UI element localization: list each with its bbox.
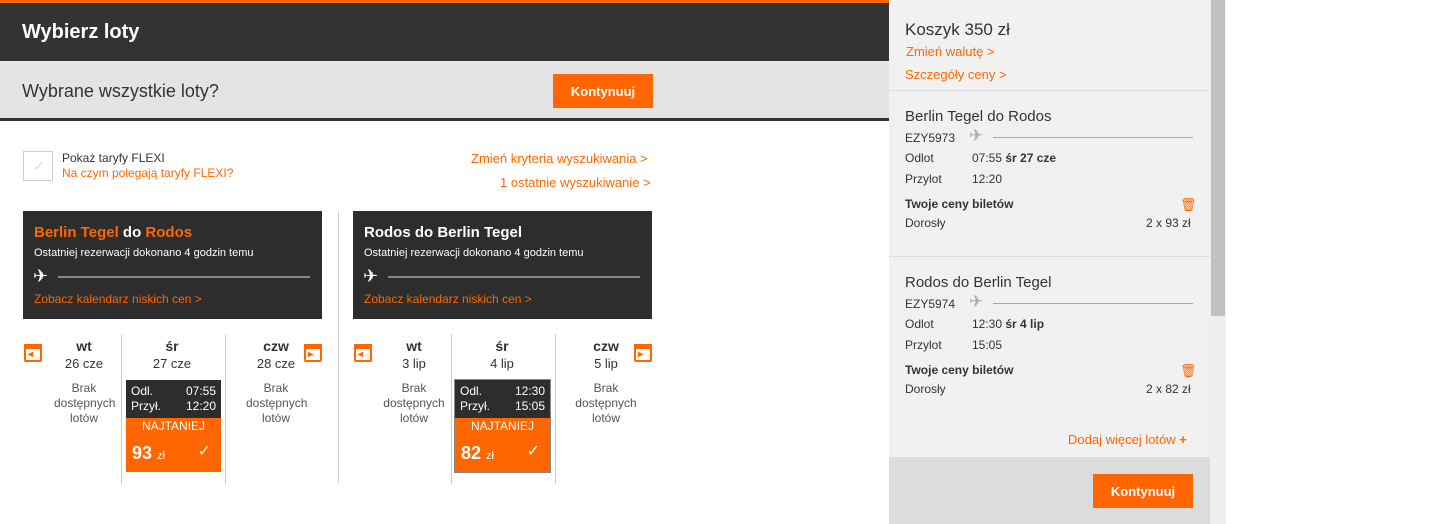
low-fare-calendar-link[interactable]: Zobacz kalendarz niskich cen >	[34, 292, 202, 306]
cheapest-badge: NAJTANIEJ	[126, 418, 221, 434]
inbound-title: Rodos do Berlin Tegel	[364, 224, 523, 241]
price-details-link[interactable]: Szczegóły ceny >	[905, 67, 1007, 82]
day-column[interactable]: wt 3 lip Brak dostępnych lotów	[364, 338, 464, 426]
basket-continue-button[interactable]: Kontynuuj	[1093, 474, 1193, 508]
fare-price: 82 zł ✓	[455, 434, 550, 472]
departure-value: 07:55 śr 27 cze	[972, 151, 1057, 165]
selection-question: Wybrane wszystkie loty?	[22, 81, 219, 101]
arrival-value: 15:05	[972, 338, 1003, 352]
fare-times: Odl. 12:30 Przył. 15:05	[455, 380, 550, 418]
page-title: Wybierz loty	[22, 21, 140, 43]
fare-times: Odl. 07:55 Przył. 12:20	[126, 380, 221, 418]
departure-value: 12:30 śr 4 lip	[972, 317, 1045, 331]
cart-flight-title: Rodos do Berlin Tegel	[905, 274, 1052, 291]
low-fare-calendar-link[interactable]: Zobacz kalendarz niskich cen >	[364, 292, 532, 306]
change-currency-link[interactable]: Zmień walutę >	[906, 44, 995, 59]
basket-title: Koszyk 350 zł	[905, 20, 1010, 39]
flexi-label: Pokaż taryfy FLEXI	[62, 151, 165, 165]
fare-price: 93 zł ✓	[126, 434, 221, 472]
day-column[interactable]: wt 26 cze Brak dostępnych lotów	[34, 338, 134, 426]
checkmark-icon: ✓	[197, 443, 211, 460]
add-more-flights-link[interactable]: Dodaj więcej lotów +	[1068, 432, 1187, 447]
flight-number: EZY5974	[905, 297, 956, 311]
change-criteria-link[interactable]: Zmień kryteria wyszukiwania >	[471, 151, 648, 166]
route-line	[993, 303, 1193, 304]
passenger-label: Dorosły	[905, 216, 946, 230]
outbound-flight-panel: Berlin Tegel do Rodos Ostatniej rezerwac…	[23, 211, 322, 319]
plane-icon: ✈	[33, 266, 49, 286]
scrollbar-thumb[interactable]	[1211, 0, 1225, 316]
fare-card-outbound[interactable]: Odl. 07:55 Przył. 12:20 NAJTANIEJ 93 zł ✓	[126, 380, 221, 472]
cheapest-badge: NAJTANIEJ	[455, 418, 550, 434]
flexi-checkbox[interactable]: ✓	[23, 151, 53, 181]
basket-footer: Kontynuuj	[889, 457, 1210, 524]
prices-title: Twoje ceny biletów	[905, 197, 1014, 211]
route-line	[388, 276, 640, 278]
divider	[889, 256, 1210, 257]
passenger-price: 2 x 82 zł	[1146, 382, 1191, 396]
checkmark-icon: ✓	[33, 158, 45, 174]
departure-label: Odlot	[905, 151, 934, 165]
flexi-info-link[interactable]: Na czym polegają taryfy FLEXI?	[62, 166, 233, 180]
route-line	[58, 276, 310, 278]
calendar-next-icon[interactable]: ▸	[634, 344, 652, 362]
arrival-value: 12:20	[972, 172, 1003, 186]
trash-icon[interactable]: 🗑	[1180, 197, 1197, 213]
arrival-label: Przylot	[905, 172, 942, 186]
passenger-label: Dorosły	[905, 382, 946, 396]
fare-card-inbound[interactable]: Odl. 12:30 Przył. 15:05 NAJTANIEJ 82 zł ✓	[454, 379, 551, 473]
day-column-selected[interactable]: śr 4 lip	[452, 338, 552, 371]
trash-icon[interactable]: 🗑	[1180, 363, 1197, 379]
plane-icon: ✈	[969, 126, 984, 145]
departure-label: Odlot	[905, 317, 934, 331]
calendar-next-icon[interactable]: ▸	[304, 344, 322, 362]
passenger-price: 2 x 93 zł	[1146, 216, 1191, 230]
flight-number: EZY5973	[905, 131, 956, 145]
arrival-label: Przylot	[905, 338, 942, 352]
recent-searches-link[interactable]: 1 ostatnie wyszukiwanie >	[500, 175, 651, 190]
panel-divider	[338, 211, 339, 483]
route-line	[993, 137, 1193, 138]
divider	[889, 90, 1210, 91]
outbound-title: Berlin Tegel do Rodos	[34, 224, 193, 241]
selection-prompt-bar: Wybrane wszystkie loty? Kontynuuj	[0, 61, 889, 121]
checkmark-icon: ✓	[526, 443, 540, 460]
plane-icon: ✈	[363, 266, 379, 286]
day-column-selected[interactable]: śr 27 cze	[122, 338, 222, 371]
basket-sidebar: Koszyk 350 zł Zmień walutę > Szczegóły c…	[889, 0, 1210, 524]
plane-icon: ✈	[969, 292, 984, 311]
prices-title: Twoje ceny biletów	[905, 363, 1014, 377]
plus-icon: +	[1179, 432, 1187, 447]
header-bar: Wybierz loty	[0, 0, 889, 61]
inbound-flight-panel: Rodos do Berlin Tegel Ostatniej rezerwac…	[353, 211, 652, 319]
cart-flight-title: Berlin Tegel do Rodos	[905, 108, 1052, 125]
last-booking-note: Ostatniej rezerwacji dokonano 4 godzin t…	[364, 247, 584, 259]
last-booking-note: Ostatniej rezerwacji dokonano 4 godzin t…	[34, 247, 254, 259]
continue-button[interactable]: Kontynuuj	[553, 74, 653, 108]
